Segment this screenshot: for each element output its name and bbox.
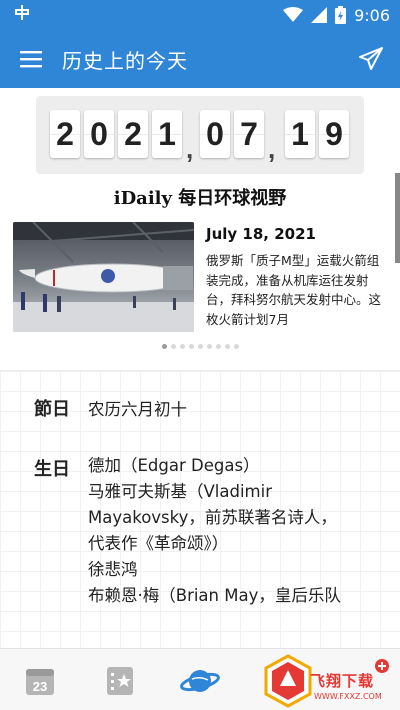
date-digit: 1 [285,110,315,158]
featured-date: July 18, 2021 [206,225,316,243]
carousel-dot[interactable] [206,344,212,349]
birthday-line: 马雅可夫斯基（Vladimir [88,482,272,501]
date-digit: 0 [84,110,114,158]
carousel-dot[interactable] [161,344,167,349]
featured-title: iDaily 每日环球视野 [113,188,287,209]
app-bar: 历史上的今天 [0,30,400,88]
birthday-line: Mayakovsky，前苏联著名诗人， [88,508,337,527]
date-display: 2 0 2 1 , 0 7 , 1 9 [36,96,364,174]
carousel-dot[interactable] [179,344,185,349]
date-separator: , [186,134,194,164]
watermark-logo-icon [264,654,312,708]
main-content[interactable]: 2 0 2 1 , 0 7 , 1 9 iDaily 每日环球视野 July 1… [0,88,400,648]
carousel-dot[interactable] [170,344,176,349]
date-digit: 2 [118,110,148,158]
info-section: 節日 农历六月初十 生日 德加（Edgar Degas） 马雅可夫斯基（Vlad… [0,371,400,648]
date-separator: , [268,134,276,164]
watermark-badge-icon [375,659,389,673]
watermark: 飞翔下载 WWW.FXXZ.COM [262,652,400,710]
birthday-line: 徐悲鸿 [88,560,138,579]
date-digit: 9 [319,110,349,158]
watermark-url: WWW.FXXZ.COM [314,692,382,701]
birthday-line: 布赖恩·梅（Brian May，皇后乐队 [88,586,341,605]
carousel-dot[interactable] [188,344,194,349]
date-digit: 7 [234,110,264,158]
featured-text: 俄罗斯「质子M型」运载火箭组装完成，准备从机库运往发射台，拜科努尔航天发射中心。… [206,253,382,327]
carousel-dot[interactable] [197,344,203,349]
signal-icon [311,7,328,23]
app-notification-icon [12,4,32,27]
festival-label: 節日 [34,399,70,420]
send-icon [359,47,383,70]
birthday-label: 生日 [34,459,70,480]
battery-icon [335,6,347,24]
date-digit: 0 [200,110,230,158]
send-button[interactable] [342,30,400,88]
app-title: 历史上的今天 [62,48,188,73]
featured-image[interactable] [13,222,194,332]
date-digit: 1 [152,110,182,158]
status-time: 9:06 [354,5,390,25]
watermark-text: 飞翔下载 [310,672,375,690]
carousel-dot[interactable] [224,344,230,349]
festival-value: 农历六月初十 [88,400,187,419]
date-digit: 2 [50,110,80,158]
birthday-line: 代表作《革命颂》） [88,534,229,553]
favorites-icon [107,667,133,695]
nav-calendar[interactable]: 23 [20,661,60,701]
featured-carousel[interactable]: iDaily 每日环球视野 July 18, 2021 俄罗斯「质子M型」运载火… [0,184,400,360]
nav-favorites[interactable] [100,661,140,701]
status-bar: 9:06 [0,0,400,30]
carousel-dot[interactable] [233,344,239,349]
birthday-list: 德加（Edgar Degas） 马雅可夫斯基（Vladimir Mayakovs… [88,453,378,609]
carousel-dot[interactable] [215,344,221,349]
menu-icon [20,51,42,68]
wifi-icon [283,7,304,23]
birthday-line: 德加（Edgar Degas） [88,456,260,475]
nav-planet[interactable] [180,661,220,701]
calendar-day: 23 [33,679,47,694]
menu-button[interactable] [0,30,62,88]
carousel-pagination[interactable] [0,344,400,349]
planet-icon [180,670,220,692]
calendar-icon: 23 [26,669,54,695]
